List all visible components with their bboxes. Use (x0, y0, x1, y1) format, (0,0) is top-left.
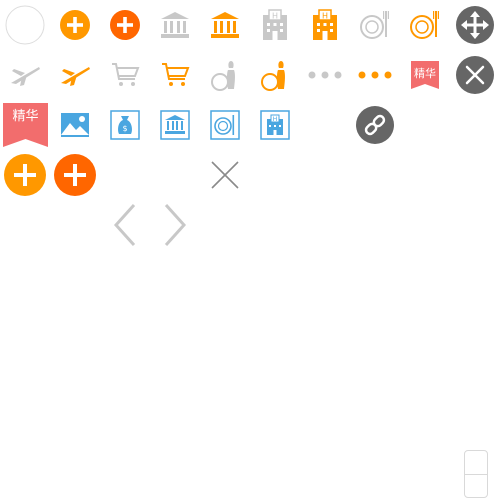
scroll-stepper[interactable] (464, 450, 488, 498)
add-circle-deep-orange-large-icon[interactable] (50, 150, 100, 200)
bowling-orange-icon (250, 50, 300, 100)
dining-gray-icon (350, 0, 400, 50)
chevron-right-icon[interactable] (150, 200, 200, 250)
bank-orange-icon (200, 0, 250, 50)
hotel-orange-icon: H (300, 0, 350, 50)
bank-gray-icon (150, 0, 200, 50)
dining-blue-icon (200, 100, 250, 150)
svg-text:H: H (322, 12, 328, 21)
featured-ribbon-large: 精华 (3, 103, 48, 147)
svg-text:H: H (273, 116, 278, 123)
more-dots-gray-icon[interactable] (300, 50, 350, 100)
link-circle-icon[interactable] (350, 100, 400, 150)
add-circle-deep-orange-icon[interactable] (100, 0, 150, 50)
add-circle-orange-icon[interactable] (50, 0, 100, 50)
money-bag-icon: $ (100, 100, 150, 150)
svg-text:$: $ (122, 124, 127, 133)
empty-circle-icon[interactable] (0, 0, 50, 50)
cart-orange-icon[interactable] (150, 50, 200, 100)
flight-orange-icon (50, 50, 100, 100)
hotel-gray-icon: H (250, 0, 300, 50)
stepper-divider (465, 474, 487, 475)
add-circle-orange-large-icon[interactable] (0, 150, 50, 200)
featured-ribbon-small: 精华 (400, 50, 450, 100)
bank-blue-icon (150, 100, 200, 150)
chevron-left-icon[interactable] (100, 200, 150, 250)
hotel-blue-icon: H (250, 100, 300, 150)
close-cross-icon[interactable] (200, 150, 250, 200)
featured-badge-label: 精华 (414, 67, 436, 80)
move-arrows-icon[interactable] (450, 0, 500, 50)
image-icon (50, 100, 100, 150)
cart-gray-icon[interactable] (100, 50, 150, 100)
dining-orange-icon (400, 0, 450, 50)
more-dots-orange-icon[interactable] (350, 50, 400, 100)
svg-text:H: H (272, 12, 278, 21)
flight-gray-icon (0, 50, 50, 100)
bowling-gray-icon (200, 50, 250, 100)
featured-badge-large-label: 精华 (12, 109, 39, 124)
close-circle-icon[interactable] (450, 50, 500, 100)
